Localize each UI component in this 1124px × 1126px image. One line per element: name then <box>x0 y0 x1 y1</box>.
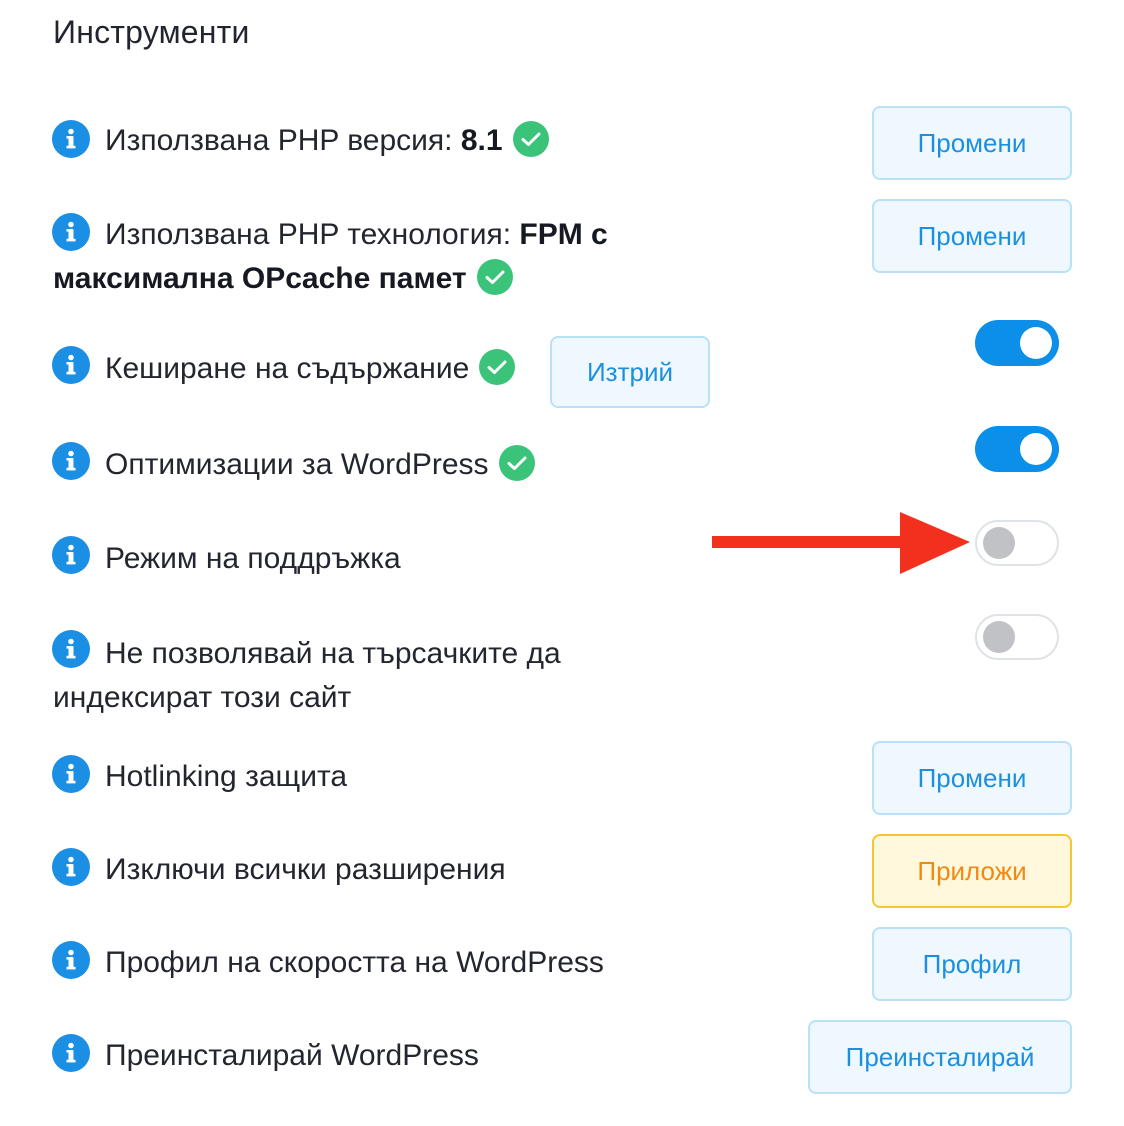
purge-cache-button[interactable]: Изтрий <box>550 336 710 408</box>
php-technology-text: Използвана PHP технология: <box>105 218 520 251</box>
hotlinking-label: Hotlinking защита <box>105 760 348 793</box>
info-icon[interactable] <box>52 755 90 793</box>
php-version-value: 8.1 <box>460 124 503 157</box>
noindex-toggle[interactable] <box>975 614 1059 660</box>
section-title: Инструменти <box>53 14 250 50</box>
change-php-technology-button[interactable]: Промени <box>872 199 1072 273</box>
info-icon[interactable] <box>52 630 90 668</box>
maintenance-mode-toggle[interactable] <box>975 520 1059 566</box>
info-icon[interactable] <box>52 120 90 158</box>
disable-plugins-label: Изключи всички разширения <box>105 853 506 886</box>
toggle-knob <box>1020 433 1052 465</box>
toggle-knob <box>983 621 1015 653</box>
php-technology-value-line2: максимална OPcache памет <box>53 262 467 295</box>
check-circle-icon <box>476 259 513 296</box>
noindex-label-line2: индексират този сайт <box>53 681 352 714</box>
info-icon[interactable] <box>52 442 90 480</box>
reinstall-label: Преинсталирай WordPress <box>105 1039 479 1072</box>
check-circle-icon <box>498 445 535 482</box>
check-circle-icon <box>512 121 549 158</box>
php-technology-label-line2: максимална OPcache памет <box>53 257 513 301</box>
tools-panel: Инструменти Използвана PHP версия: 8.1 П… <box>0 0 1124 1126</box>
php-technology-value-line1: FPM с <box>519 218 608 251</box>
maintenance-mode-label: Режим на поддръжка <box>105 542 401 575</box>
speed-profile-label: Профил на скоростта на WordPress <box>105 946 604 979</box>
info-icon[interactable] <box>52 1034 90 1072</box>
wp-optimizations-label: Оптимизации за WordPress <box>105 443 535 487</box>
toggle-knob <box>983 527 1015 559</box>
speed-profile-button[interactable]: Профил <box>872 927 1072 1001</box>
check-circle-icon <box>479 349 516 386</box>
toggle-knob <box>1020 327 1052 359</box>
info-icon[interactable] <box>52 536 90 574</box>
apply-disable-plugins-button[interactable]: Приложи <box>872 834 1072 908</box>
info-icon[interactable] <box>52 848 90 886</box>
info-icon[interactable] <box>52 213 90 251</box>
php-version-label: Използвана PHP версия: 8.1 <box>105 119 549 163</box>
info-icon[interactable] <box>52 346 90 384</box>
reinstall-button[interactable]: Преинсталирай <box>808 1020 1072 1094</box>
info-icon[interactable] <box>52 941 90 979</box>
wp-optimizations-toggle[interactable] <box>975 426 1059 472</box>
change-hotlinking-button[interactable]: Промени <box>872 741 1072 815</box>
change-php-version-button[interactable]: Промени <box>872 106 1072 180</box>
caching-label: Кеширане на съдържание <box>105 347 516 391</box>
php-version-text: Използвана PHP версия: <box>105 124 461 157</box>
wp-optimizations-text: Оптимизации за WordPress <box>105 448 489 481</box>
php-technology-label: Използвана PHP технология: FPM с <box>105 213 608 257</box>
red-arrow-icon <box>712 512 970 574</box>
caching-toggle[interactable] <box>975 320 1059 366</box>
noindex-label-line1: Не позволявай на търсачките да <box>105 637 561 670</box>
caching-text: Кеширане на съдържание <box>105 352 470 385</box>
